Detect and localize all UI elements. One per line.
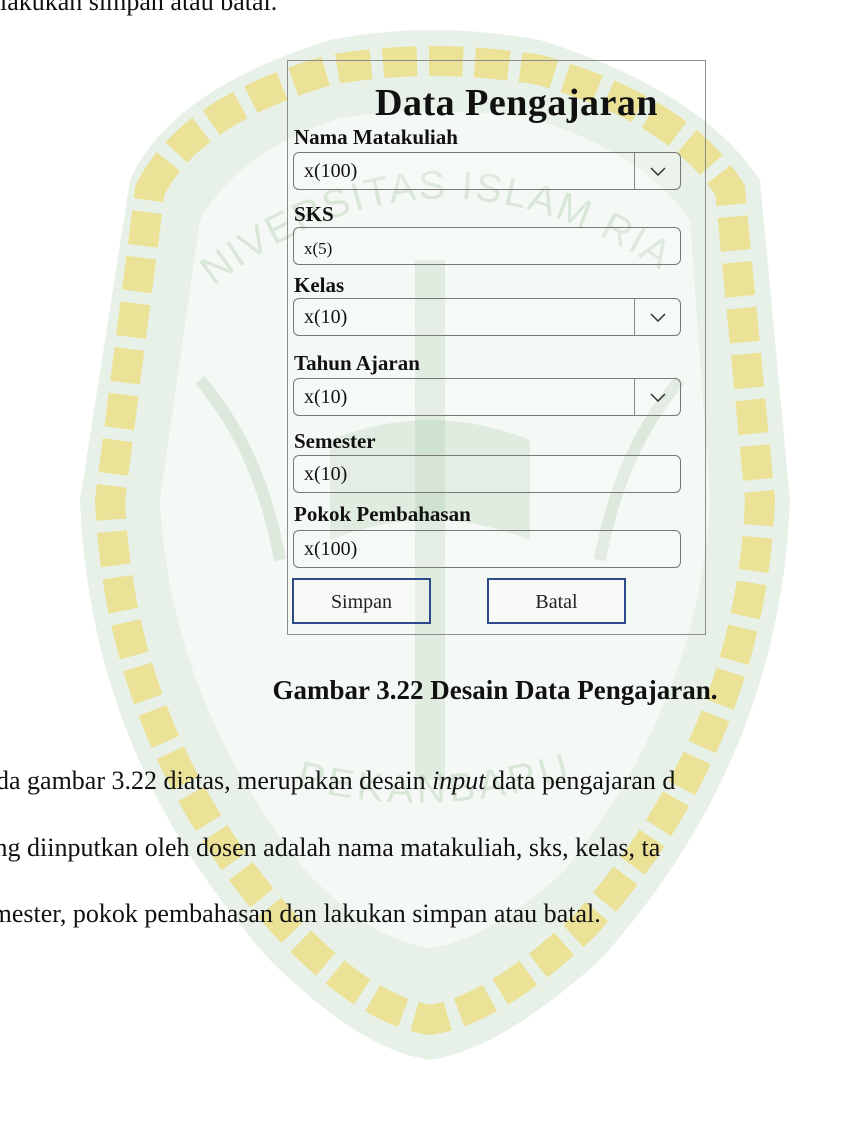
dropdown-button[interactable] — [634, 299, 680, 335]
paragraph-line-3: semester, pokok pembahasan dan lakukan s… — [0, 899, 601, 928]
chevron-down-icon — [650, 313, 666, 322]
dropdown-button[interactable] — [634, 379, 680, 415]
chevron-down-icon — [650, 167, 666, 176]
kelas-select[interactable]: x(10) — [293, 298, 681, 336]
form-title: Data Pengajaran — [375, 82, 658, 124]
nama-matakuliah-select[interactable]: x(100) — [293, 152, 681, 190]
tahun-ajaran-select[interactable]: x(10) — [293, 378, 681, 416]
semester-input[interactable]: x(10) — [293, 455, 681, 493]
label-tahun-ajaran: Tahun Ajaran — [294, 351, 420, 375]
label-sks: SKS — [294, 202, 334, 226]
dropdown-button[interactable] — [634, 153, 680, 189]
label-pokok-pembahasan: Pokok Pembahasan — [294, 502, 471, 526]
label-kelas: Kelas — [294, 273, 345, 297]
nama-matakuliah-value: x(100) — [304, 160, 358, 182]
sks-value: x(5) — [304, 239, 333, 258]
figure-caption: Gambar 3.22 Desain Data Pengajaran. — [272, 675, 718, 705]
previous-text-line: lakukan simpan atau batal. — [0, 0, 278, 16]
pokok-pembahasan-input[interactable]: x(100) — [293, 530, 681, 568]
sks-input[interactable]: x(5) — [293, 227, 681, 265]
chevron-down-icon — [650, 393, 666, 402]
batal-button[interactable]: Batal — [487, 578, 626, 624]
pokok-pembahasan-value: x(100) — [304, 538, 358, 560]
label-semester: Semester — [294, 429, 376, 453]
paragraph-text: Pada gambar 3.22 diatas, merupakan desai… — [0, 766, 433, 795]
label-nama-matakuliah: Nama Matakuliah — [294, 125, 458, 149]
simpan-button[interactable]: Simpan — [292, 578, 431, 624]
paragraph-line-1: Pada gambar 3.22 diatas, merupakan desai… — [0, 765, 675, 797]
semester-value: x(10) — [304, 463, 348, 485]
paragraph-italic-term: input — [432, 766, 486, 795]
kelas-value: x(10) — [304, 306, 348, 328]
tahun-ajaran-value: x(10) — [304, 386, 348, 408]
data-pengajaran-form: Data Pengajaran Nama Matakuliah x(100) S… — [287, 60, 706, 635]
paragraph-line-2: yang diinputkan oleh dosen adalah nama m… — [0, 833, 661, 862]
paragraph-text: data pengajaran d — [485, 766, 676, 795]
